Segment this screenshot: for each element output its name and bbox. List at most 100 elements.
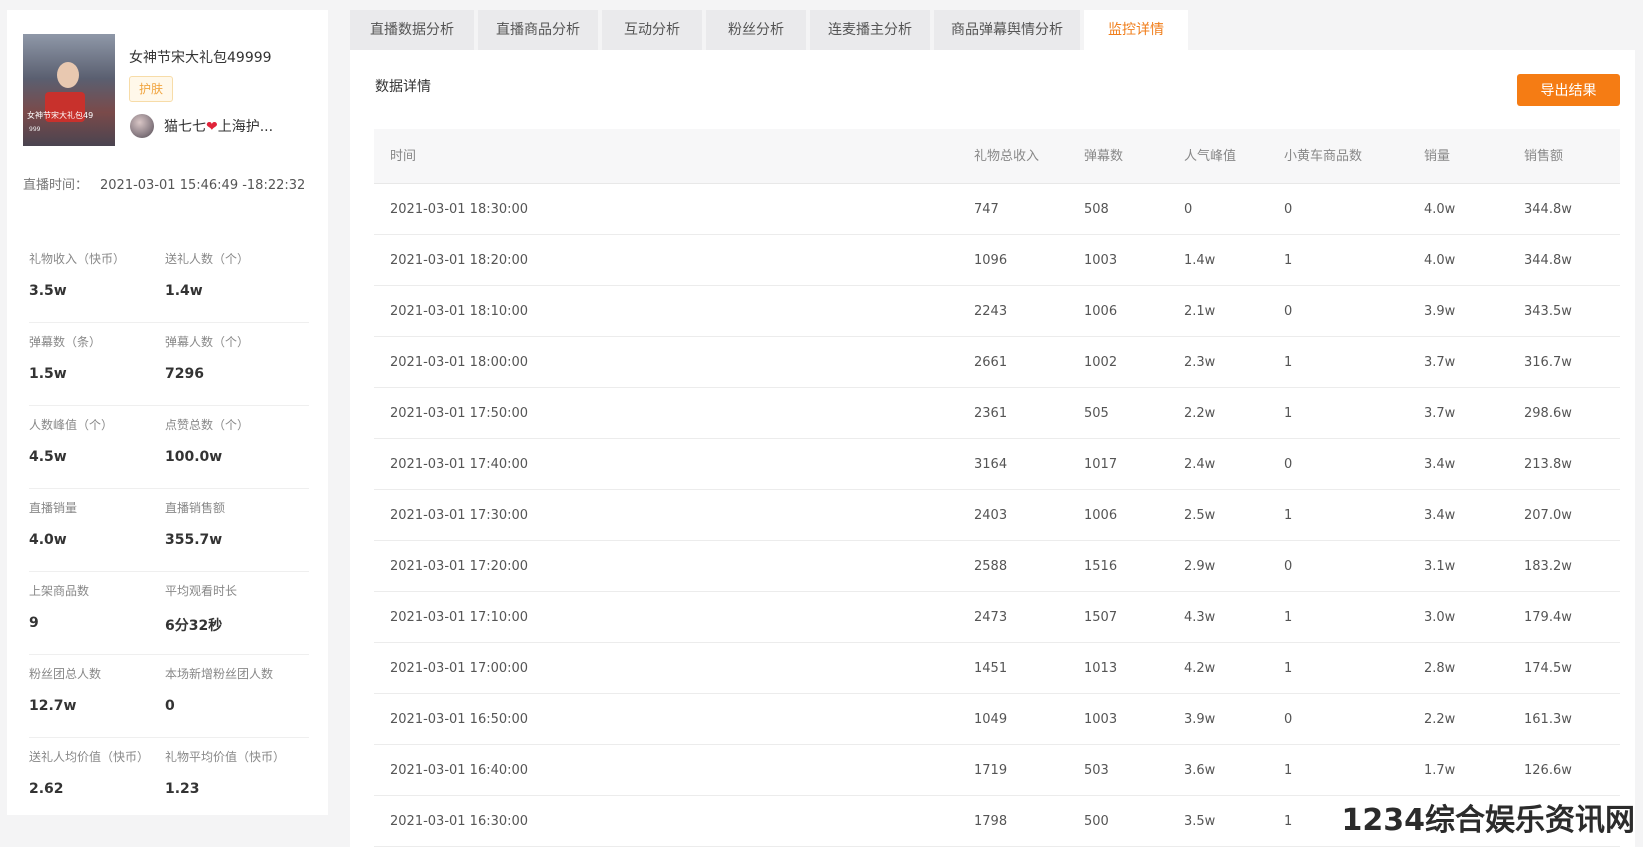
tab-live-products[interactable]: 直播商品分析 — [478, 10, 598, 50]
cell-gift-income: 2588 — [974, 559, 1008, 574]
table-row[interactable]: 2021-03-01 18:10:00 2243 1006 2.1w 0 3.9w 343.… — [374, 286, 1620, 337]
heart-icon: ❤ — [206, 119, 218, 135]
cell-time: 2021-03-01 17:50:00 — [390, 406, 529, 421]
stat-label: 点赞总数（个） — [165, 418, 250, 432]
header-time[interactable]: 时间 — [390, 129, 416, 184]
cell-time: 2021-03-01 17:40:00 — [390, 457, 529, 472]
stat-item: 粉丝团总人数 12.7w — [29, 665, 101, 714]
cell-gift-income: 2473 — [974, 610, 1008, 625]
header-sales[interactable]: 销量 — [1424, 129, 1450, 184]
cell-gift-income: 1096 — [974, 253, 1008, 268]
stat-value: 100.0w — [165, 449, 223, 465]
cell-danmu: 1017 — [1084, 457, 1118, 472]
tab-monitor-details[interactable]: 监控详情 — [1084, 10, 1188, 50]
cell-cart-items: 1 — [1284, 814, 1293, 829]
cell-revenue: 126.6w — [1524, 763, 1572, 778]
cell-cart-items: 0 — [1284, 457, 1293, 472]
stat-value: 9 — [29, 615, 39, 631]
table-row[interactable]: 2021-03-01 17:40:00 3164 1017 2.4w 0 3.4w 213.… — [374, 439, 1620, 490]
stream-info-panel: 女神节宋大礼包49 999 女神节宋大礼包49999 护肤 猫七七❤上海护...… — [7, 10, 328, 815]
stat-label: 弹幕数（条） — [29, 335, 102, 349]
stat-item: 平均观看时长 6分32秒 — [165, 582, 237, 635]
header-gift-income[interactable]: 礼物总收入 — [974, 129, 1039, 184]
cell-peak: 2.4w — [1184, 457, 1216, 472]
cell-sales: 1.7w — [1424, 763, 1456, 778]
stat-item: 直播销量 4.0w — [29, 499, 77, 548]
cell-time: 2021-03-01 16:40:00 — [390, 763, 529, 778]
cell-cart-items: 1 — [1284, 508, 1293, 523]
stream-thumbnail[interactable]: 女神节宋大礼包49 999 — [23, 34, 115, 146]
table-row[interactable]: 2021-03-01 18:20:00 1096 1003 1.4w 1 4.0w 344.… — [374, 235, 1620, 286]
header-cart-items[interactable]: 小黄车商品数 — [1284, 129, 1362, 184]
stat-row: 弹幕数（条） 1.5w 弹幕人数（个） 7296 — [29, 323, 309, 406]
cell-peak: 2.9w — [1184, 559, 1216, 574]
stat-item: 送礼人均价值（快币） 2.62 — [29, 748, 149, 797]
anchor-avatar[interactable] — [130, 114, 154, 138]
stat-item: 本场新增粉丝团人数 0 — [165, 665, 273, 714]
cell-danmu: 1003 — [1084, 712, 1118, 727]
cell-sales: 2.2w — [1424, 712, 1456, 727]
cell-peak: 4.2w — [1184, 661, 1216, 676]
cell-peak: 2.5w — [1184, 508, 1216, 523]
header-peak[interactable]: 人气峰值 — [1184, 129, 1236, 184]
stat-value: 7296 — [165, 366, 204, 382]
stat-item: 直播销售额 355.7w — [165, 499, 225, 548]
tab-fans[interactable]: 粉丝分析 — [706, 10, 806, 50]
table-row[interactable]: 2021-03-01 17:10:00 2473 1507 4.3w 1 3.0w 179.… — [374, 592, 1620, 643]
cell-peak: 2.2w — [1184, 406, 1216, 421]
stat-value: 4.0w — [29, 532, 67, 548]
tab-product-comments[interactable]: 商品弹幕舆情分析 — [934, 10, 1080, 50]
cell-cart-items: 0 — [1284, 202, 1293, 217]
cell-sales: 3.0w — [1424, 610, 1456, 625]
cell-revenue: 213.8w — [1524, 457, 1572, 472]
cell-cart-items: 1 — [1284, 661, 1293, 676]
stat-label: 礼物平均价值（快币） — [165, 750, 286, 764]
table-row[interactable]: 2021-03-01 18:30:00 747 508 0 0 4.0w 344.8w — [374, 184, 1620, 235]
stat-row: 人数峰值（个） 4.5w 点赞总数（个） 100.0w — [29, 406, 309, 489]
watermark: 1234综合娱乐资讯网 — [1341, 803, 1636, 838]
cell-danmu: 1507 — [1084, 610, 1118, 625]
stat-row: 礼物收入（快币） 3.5w 送礼人数（个） 1.4w — [29, 240, 309, 323]
stream-title[interactable]: 女神节宋大礼包49999 — [129, 47, 272, 67]
stat-label: 送礼人数（个） — [165, 252, 250, 266]
table-row[interactable]: 2021-03-01 16:50:00 1049 1003 3.9w 0 2.2w 161.… — [374, 694, 1620, 745]
tab-co-host[interactable]: 连麦播主分析 — [810, 10, 930, 50]
section-title: 数据详情 — [375, 79, 431, 95]
stat-item: 人数峰值（个） 4.5w — [29, 416, 113, 465]
stat-label: 直播销售额 — [165, 501, 226, 515]
cell-gift-income: 747 — [974, 202, 999, 217]
table-row[interactable]: 2021-03-01 16:40:00 1719 503 3.6w 1 1.7w 126.6… — [374, 745, 1620, 796]
stats-grid: 礼物收入（快币） 3.5w 送礼人数（个） 1.4w 弹幕数（条） 1.5w 弹幕人数… — [29, 240, 309, 821]
stat-value: 2.62 — [29, 781, 64, 797]
table-row[interactable]: 2021-03-01 17:00:00 1451 1013 4.2w 1 2.8w 174.… — [374, 643, 1620, 694]
tab-interaction[interactable]: 互动分析 — [602, 10, 702, 50]
header-revenue[interactable]: 销售额 — [1524, 129, 1563, 184]
table-row[interactable]: 2021-03-01 17:30:00 2403 1006 2.5w 1 3.4w 207.… — [374, 490, 1620, 541]
export-button[interactable]: 导出结果 — [1517, 74, 1620, 106]
stat-label: 本场新增粉丝团人数 — [165, 667, 274, 681]
cell-gift-income: 2403 — [974, 508, 1008, 523]
table-row[interactable]: 2021-03-01 17:50:00 2361 505 2.2w 1 3.7w 298.6… — [374, 388, 1620, 439]
cell-time: 2021-03-01 18:30:00 — [390, 202, 529, 217]
stat-item: 礼物平均价值（快币） 1.23 — [165, 748, 285, 797]
stat-item: 点赞总数（个） 100.0w — [165, 416, 249, 465]
header-danmu[interactable]: 弹幕数 — [1084, 129, 1123, 184]
monitor-panel: 数据详情 导出结果 时间 礼物总收入 弹幕数 人气峰值 小黄车商品数 销量 销售… — [350, 50, 1635, 847]
cell-gift-income: 1798 — [974, 814, 1008, 829]
cell-sales: 3.4w — [1424, 457, 1456, 472]
stat-item: 送礼人数（个） 1.4w — [165, 250, 249, 299]
cell-sales: 4.0w — [1424, 202, 1456, 217]
cell-danmu: 1006 — [1084, 508, 1118, 523]
stat-value: 355.7w — [165, 532, 223, 548]
data-table: 时间 礼物总收入 弹幕数 人气峰值 小黄车商品数 销量 销售额 2021-03-… — [374, 129, 1620, 847]
anchor-name[interactable]: 猫七七❤上海护... — [164, 116, 273, 136]
tab-live-data[interactable]: 直播数据分析 — [350, 10, 474, 50]
cell-gift-income: 3164 — [974, 457, 1008, 472]
table-row[interactable]: 2021-03-01 18:00:00 2661 1002 2.3w 1 3.7w 316.… — [374, 337, 1620, 388]
stat-item: 礼物收入（快币） 3.5w — [29, 250, 125, 299]
table-row[interactable]: 2021-03-01 17:20:00 2588 1516 2.9w 0 3.1w 183.… — [374, 541, 1620, 592]
stat-label: 直播销量 — [29, 501, 78, 515]
cell-revenue: 183.2w — [1524, 559, 1572, 574]
cell-peak: 3.9w — [1184, 712, 1216, 727]
stat-row: 直播销量 4.0w 直播销售额 355.7w — [29, 489, 309, 572]
